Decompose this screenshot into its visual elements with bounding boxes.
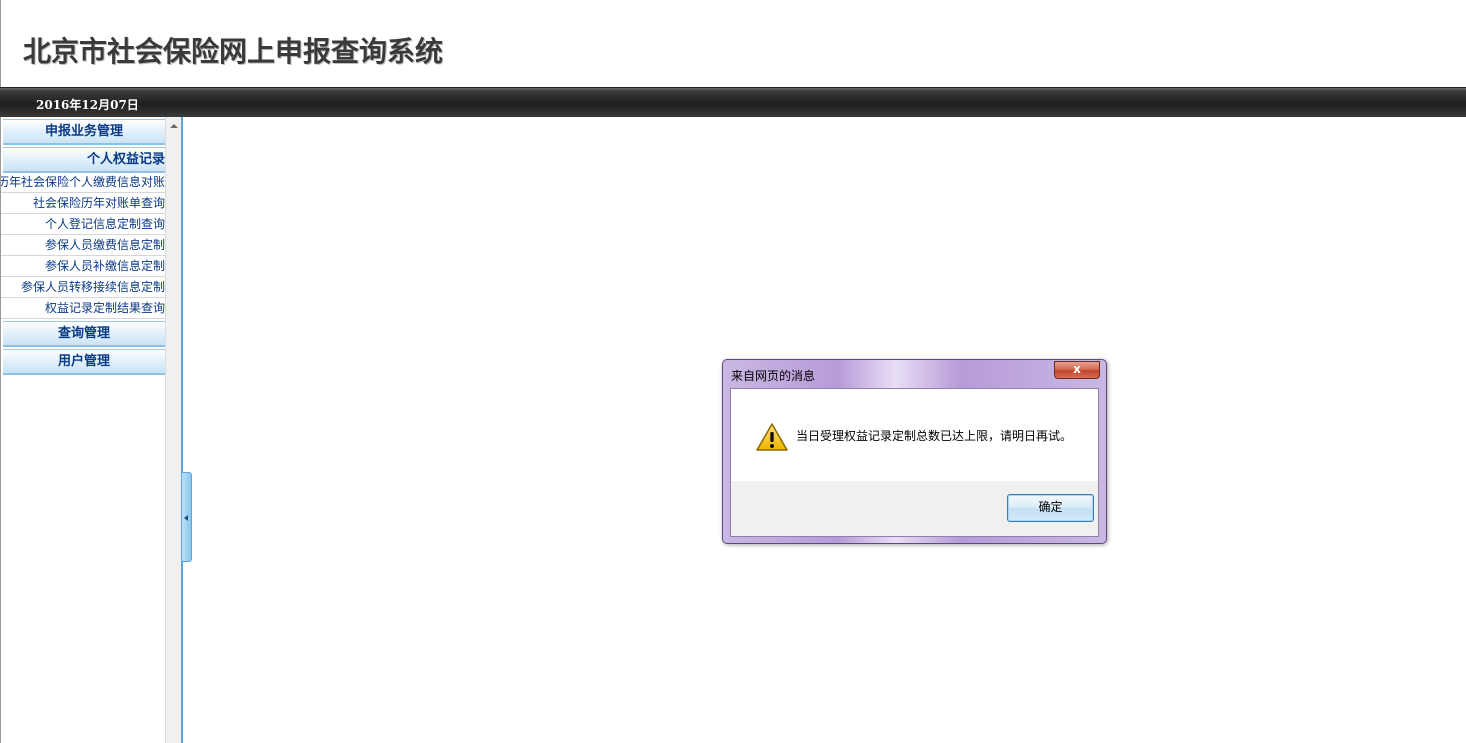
menu-user-management[interactable]: 用户管理 [3, 349, 165, 375]
sidebar-item-transfer-info-custom[interactable]: 参保人员转移接续信息定制 [1, 277, 165, 298]
sidebar-item-label: 参保人员转移接续信息定制 [20, 280, 165, 294]
collapse-sidebar-handle[interactable] [181, 472, 192, 562]
sidebar-item-label: 社会保险历年对账单查询 [32, 196, 165, 210]
sidebar-item-label: 历年社会保险个人缴费信息对账 [1, 175, 165, 189]
menu-personal-rights-record[interactable]: 个人权益记录 [3, 147, 165, 173]
sidebar-item-payment-info-custom[interactable]: 参保人员缴费信息定制 [1, 235, 165, 256]
warning-icon [756, 423, 788, 451]
sidebar-item-personal-registration-custom[interactable]: 个人登记信息定制查询 [1, 214, 165, 235]
chevron-left-icon [184, 515, 188, 521]
menu-query-management[interactable]: 查询管理 [3, 321, 165, 347]
sidebar-item-annual-statement-query[interactable]: 社会保险历年对账单查询 [1, 193, 165, 214]
current-date: 2016年12月07日 [36, 98, 139, 112]
page-header: 北京市社会保险网上申报查询系统 [0, 0, 1466, 87]
frame-splitter[interactable] [181, 117, 183, 743]
sidebar-item-label: 个人登记信息定制查询 [44, 217, 165, 231]
sidebar-item-custom-result-query[interactable]: 权益记录定制结果查询 [1, 298, 165, 319]
sidebar: 申报业务管理 个人权益记录 历年社会保险个人缴费信息对账 社会保险历年对账单查询… [0, 117, 165, 743]
sidebar-item-label: 参保人员补缴信息定制 [44, 259, 165, 273]
alert-dialog: 来自网页的消息 x 当日受理权益记录定制总数已达上限，请明日再试。 确定 [722, 359, 1107, 544]
sidebar-item-supplementary-payment-custom[interactable]: 参保人员补缴信息定制 [1, 256, 165, 277]
dialog-title: 来自网页的消息 [731, 369, 816, 383]
ok-button[interactable]: 确定 [1007, 494, 1094, 522]
sidebar-item-label: 权益记录定制结果查询 [44, 301, 165, 315]
close-icon: x [1073, 362, 1081, 376]
scroll-up-arrow-icon[interactable] [170, 124, 178, 128]
sidebar-scrollbar[interactable] [165, 117, 182, 743]
close-button[interactable]: x [1054, 361, 1100, 379]
site-title: 北京市社会保险网上申报查询系统 [23, 35, 444, 68]
dialog-body: 当日受理权益记录定制总数已达上限，请明日再试。 确定 [730, 388, 1099, 537]
sidebar-item-annual-payment-reconciliation[interactable]: 历年社会保险个人缴费信息对账 [1, 172, 165, 193]
date-bar: 2016年12月07日 [0, 87, 1466, 117]
dialog-message: 当日受理权益记录定制总数已达上限，请明日再试。 [796, 429, 1073, 443]
sidebar-item-label: 参保人员缴费信息定制 [44, 238, 165, 252]
menu-declaration-management[interactable]: 申报业务管理 [3, 119, 165, 145]
dialog-footer: 确定 [731, 481, 1098, 536]
